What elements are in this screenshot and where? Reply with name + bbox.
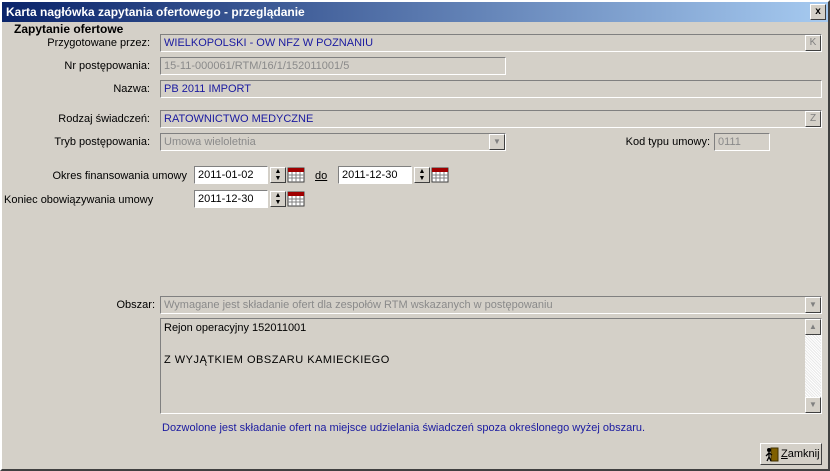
area-line-3: Z WYJĄTKIEM OBSZARU KAMIECKIEGO [164, 354, 390, 366]
area-description-textarea[interactable]: Rejon operacyjny 152011001 Z WYJĄTKIEM O… [160, 318, 822, 414]
dropdown-arrow-icon[interactable]: ▼ [489, 134, 505, 150]
service-type-field: RATOWNICTWO MEDYCZNE [160, 110, 822, 128]
scroll-down-icon[interactable]: ▼ [805, 397, 821, 413]
area-note: Dozwolone jest składanie ofert na miejsc… [162, 422, 646, 434]
contract-end-date-input[interactable]: 2011-12-30 [194, 190, 268, 208]
close-door-icon [765, 447, 779, 462]
dropdown-arrow-icon[interactable]: ▼ [805, 297, 821, 313]
procedure-mode-label: Tryb postępowania: [54, 136, 150, 148]
close-button-label-rest: amknij [787, 448, 820, 460]
spin-icon[interactable]: ▲ ▼ [270, 191, 286, 207]
title-bar[interactable]: Karta nagłówka zapytania ofertowego - pr… [2, 2, 828, 22]
procedure-no-field: 15-11-000061/RTM/16/1/152011001/5 [160, 57, 506, 75]
close-button-hotkey: Z [781, 448, 788, 460]
contract-type-code-label: Kod typu umowy: [625, 136, 710, 148]
service-type-lookup-button[interactable]: Z [805, 111, 821, 127]
window-title: Karta nagłówka zapytania ofertowego - pr… [6, 5, 305, 19]
prepared-by-label: Przygotowane przez: [47, 37, 150, 49]
dialog-window: Karta nagłówka zapytania ofertowego - pr… [0, 0, 830, 471]
financing-to-date-input[interactable]: 2011-12-30 [338, 166, 412, 184]
area-select[interactable]: Wymagane jest składanie ofert dla zespoł… [160, 296, 822, 314]
close-button-label: Zamknij [781, 444, 820, 464]
service-type-label: Rodzaj świadczeń: [58, 113, 150, 125]
calendar-icon[interactable] [431, 167, 449, 183]
area-line-1: Rejon operacyjny 152011001 [164, 322, 307, 334]
financing-period-label: Okres finansowania umowy [52, 170, 187, 182]
name-label: Nazwa: [113, 83, 150, 95]
financing-from-date-input[interactable]: 2011-01-02 [194, 166, 268, 184]
contract-end-label: Koniec obowiązywania umowy [4, 194, 154, 206]
calendar-icon[interactable] [287, 191, 305, 207]
calendar-icon[interactable] [287, 167, 305, 183]
spin-icon[interactable]: ▲ ▼ [414, 167, 430, 183]
area-label: Obszar: [116, 299, 155, 311]
name-field: PB 2011 IMPORT [160, 80, 822, 98]
procedure-no-label: Nr postępowania: [64, 60, 150, 72]
close-button[interactable]: Zamknij [760, 443, 822, 465]
section-title: Zapytanie ofertowe [14, 22, 124, 36]
prepared-by-lookup-button[interactable]: K [805, 35, 821, 51]
procedure-mode-select[interactable]: Umowa wieloletnia [160, 133, 506, 151]
scroll-up-icon[interactable]: ▲ [805, 319, 821, 335]
financing-to-label: do [315, 170, 328, 182]
spin-icon[interactable]: ▲ ▼ [270, 167, 286, 183]
close-icon[interactable]: x [810, 4, 826, 20]
contract-type-code-field: 0111 [714, 133, 770, 151]
prepared-by-field: WIELKOPOLSKI - OW NFZ W POZNANIU [160, 34, 822, 52]
textarea-scrollbar[interactable]: ▲ ▼ [805, 319, 821, 413]
